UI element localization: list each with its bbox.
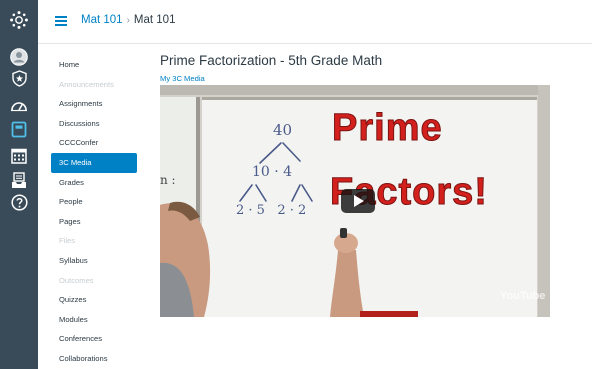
my-3c-media-link[interactable]: My 3C Media — [160, 74, 205, 83]
course-nav: Home Announcements Assignments Discussio… — [51, 55, 137, 369]
course-nav-item-conferences[interactable]: Conferences — [51, 329, 137, 349]
course-nav-item-discussions[interactable]: Discussions — [51, 114, 137, 134]
course-nav-item-outcomes[interactable]: Outcomes — [51, 271, 137, 291]
course-nav-item-home[interactable]: Home — [51, 55, 137, 75]
page-title: Prime Factorization - 5th Grade Math — [160, 53, 383, 68]
course-nav-item-announcements[interactable]: Announcements — [51, 75, 137, 95]
course-nav-item-people[interactable]: People — [51, 192, 137, 212]
course-nav-item-files[interactable]: Files — [51, 231, 137, 251]
breadcrumb-current: Mat 101 — [133, 14, 176, 26]
canvas-logo-icon[interactable] — [9, 10, 29, 30]
course-header: Mat 101 › Mat 101 — [38, 0, 592, 44]
admin-shield-icon[interactable] — [9, 68, 29, 88]
inbox-icon[interactable] — [9, 170, 29, 190]
courses-icon[interactable] — [9, 119, 29, 139]
board-number-bottom: 2 · 5 2 · 2 — [236, 203, 307, 218]
course-nav-item-cccconfer[interactable]: CCCConfer — [51, 133, 137, 153]
calendar-icon[interactable] — [9, 145, 29, 165]
course-nav-item-modules[interactable]: Modules — [51, 310, 137, 330]
video-title-overlay-line1: Prime — [332, 107, 443, 150]
course-nav-item-3c-media[interactable]: 3C Media — [51, 152, 137, 173]
breadcrumb-course-link[interactable]: Mat 101 — [81, 14, 123, 26]
course-nav-item-collaborations[interactable]: Collaborations — [51, 349, 137, 369]
board-number-top: 40 — [273, 121, 293, 139]
board-number-middle: 10 · 4 — [252, 164, 293, 180]
account-avatar-icon[interactable] — [9, 47, 29, 67]
board-text-left: n : — [160, 173, 176, 187]
video-play-button[interactable] — [341, 189, 375, 213]
help-icon[interactable] — [9, 192, 29, 212]
course-nav-item-quizzes[interactable]: Quizzes — [51, 290, 137, 310]
hamburger-menu-icon[interactable] — [55, 16, 67, 26]
course-nav-item-syllabus[interactable]: Syllabus — [51, 251, 137, 271]
breadcrumb-separator: › — [126, 15, 130, 26]
course-nav-item-grades[interactable]: Grades — [51, 173, 137, 193]
youtube-watermark-logo: YouTube — [500, 290, 546, 302]
dashboard-icon[interactable] — [9, 95, 29, 115]
global-nav — [0, 0, 38, 369]
course-nav-item-assignments[interactable]: Assignments — [51, 94, 137, 114]
course-nav-item-pages[interactable]: Pages — [51, 212, 137, 232]
breadcrumb: Mat 101 › Mat 101 — [81, 14, 175, 26]
